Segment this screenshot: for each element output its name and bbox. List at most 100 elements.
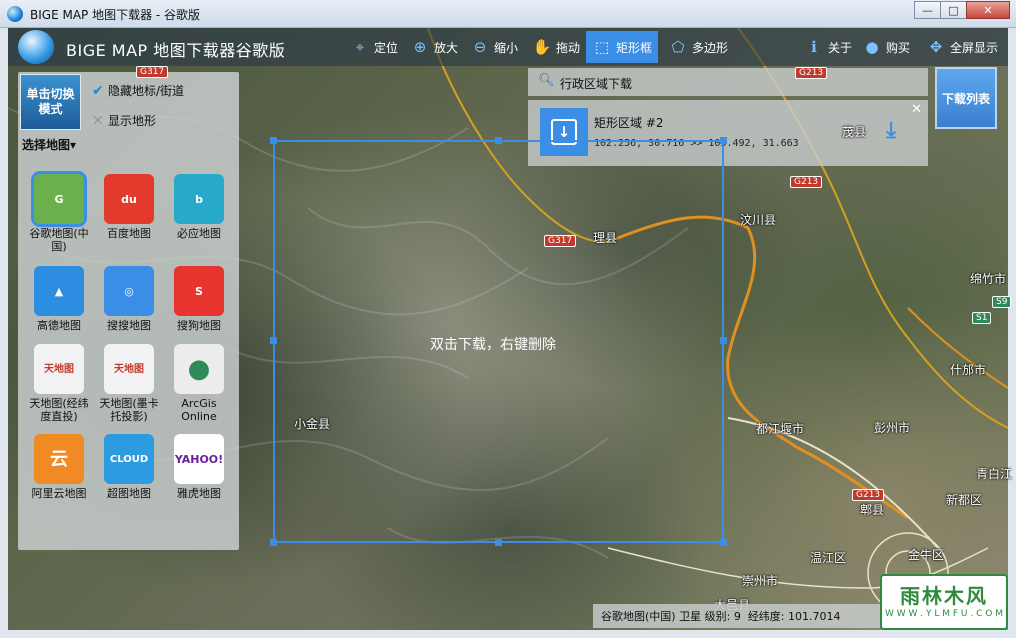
map-source-label: 搜狗地图 bbox=[177, 319, 221, 332]
status-coord-label: 经纬度: bbox=[747, 610, 785, 623]
map-source-soso[interactable]: ◎ 搜搜地图 bbox=[96, 266, 162, 332]
gaode-map-icon: ▲ bbox=[34, 266, 84, 316]
map-source-label: 超图地图 bbox=[107, 487, 151, 500]
bing-map-icon: b bbox=[174, 174, 224, 224]
map-source-label: 阿里云地图 bbox=[31, 487, 87, 500]
resize-handle[interactable] bbox=[720, 337, 727, 344]
show-terrain-checkbox[interactable]: ✕ 显示地形 bbox=[92, 112, 156, 129]
cross-icon: ✕ bbox=[92, 112, 104, 129]
place-label: 绵竹市 bbox=[970, 272, 1007, 286]
resize-handle[interactable] bbox=[495, 539, 502, 546]
fullscreen-icon: ✥ bbox=[929, 38, 943, 56]
close-button[interactable]: ✕ bbox=[966, 1, 1010, 19]
place-label: 小金县 bbox=[294, 417, 331, 431]
map-source-label: 天地图(经纬度直投) bbox=[29, 397, 89, 423]
place-label: 新都区 bbox=[946, 493, 983, 507]
place-label: 青白江 bbox=[976, 467, 1013, 481]
app-name: BIGE MAP 地图下载器谷歌版 bbox=[66, 41, 286, 60]
app-globe-icon bbox=[7, 6, 23, 22]
close-icon[interactable]: ✕ bbox=[911, 102, 922, 117]
map-source-label: 百度地图 bbox=[107, 227, 151, 240]
map-source-tianditu-mercator[interactable]: 天地图 天地图(墨卡托投影) bbox=[96, 344, 162, 423]
map-source-baidu[interactable]: du 百度地图 bbox=[96, 174, 162, 240]
resize-handle[interactable] bbox=[720, 137, 727, 144]
road-badge: G317 bbox=[544, 235, 577, 247]
map-source-google[interactable]: G 谷歌地图(中国) bbox=[26, 171, 92, 253]
pan-button[interactable]: ✋ 拖动 bbox=[532, 35, 580, 59]
road-badge: G213 bbox=[790, 176, 823, 188]
download-list-button[interactable]: 下载列表 bbox=[935, 67, 997, 129]
place-label: 温江区 bbox=[810, 551, 847, 565]
map-source-arcgis[interactable]: ● ArcGis Online bbox=[166, 344, 232, 423]
zoom-out-icon: ⊖ bbox=[473, 38, 487, 56]
map-source-panel: 单击切换模式 选择地图▾ ✔ 隐藏地标/街道 ✕ 显示地形 G 谷歌地图(中国)… bbox=[18, 72, 239, 550]
resize-handle[interactable] bbox=[270, 337, 277, 344]
select-map-label: 选择地图 bbox=[22, 138, 71, 152]
top-toolbar: BIGE MAP 地图下载器谷歌版 ⌖ 定位 ⊕ 放大 ⊖ 缩小 ✋ 拖动 ⬚ … bbox=[8, 28, 1008, 66]
resize-handle[interactable] bbox=[270, 137, 277, 144]
window-controls: — □ ✕ bbox=[914, 1, 1010, 19]
polygon-button[interactable]: ⬠ 多边形 bbox=[668, 35, 728, 59]
road-badge: S1 bbox=[972, 312, 992, 324]
place-label: 郫县 bbox=[860, 503, 885, 517]
hide-labels-checkbox[interactable]: ✔ 隐藏地标/街道 bbox=[92, 82, 184, 99]
window-titlebar: BIGE MAP 地图下载器 - 谷歌版 — □ ✕ bbox=[0, 0, 1016, 28]
buy-label: 购买 bbox=[886, 40, 911, 55]
map-source-label: 谷歌地图(中国) bbox=[29, 227, 89, 253]
zoom-in-button[interactable]: ⊕ 放大 bbox=[410, 35, 458, 59]
place-label: 汶川县 bbox=[740, 213, 777, 227]
zoom-in-label: 放大 bbox=[434, 40, 459, 55]
place-label: 什邡市 bbox=[950, 363, 987, 377]
region-download-label: 行政区域下载 bbox=[560, 77, 633, 91]
tianditu-map-icon: 天地图 bbox=[34, 344, 84, 394]
resize-handle[interactable] bbox=[495, 137, 502, 144]
region-download-bar[interactable]: 🔍︎ 行政区域下载 bbox=[528, 68, 928, 96]
map-source-label: 雅虎地图 bbox=[177, 487, 221, 500]
map-source-bing[interactable]: b 必应地图 bbox=[166, 174, 232, 240]
resize-handle[interactable] bbox=[720, 539, 727, 546]
resize-handle[interactable] bbox=[270, 539, 277, 546]
locate-button[interactable]: ⌖ 定位 bbox=[350, 35, 398, 59]
baidu-map-icon: du bbox=[104, 174, 154, 224]
soso-map-icon: ◎ bbox=[104, 266, 154, 316]
about-button[interactable]: ℹ 关于 bbox=[804, 35, 852, 59]
status-level-label: 级别: bbox=[704, 610, 731, 623]
place-label: 理县 bbox=[593, 231, 618, 245]
buy-button[interactable]: ● 购买 bbox=[862, 35, 910, 59]
pan-label: 拖动 bbox=[556, 40, 581, 55]
map-source-yahoo[interactable]: YAHOO! 雅虎地图 bbox=[166, 434, 232, 500]
map-source-label: 搜搜地图 bbox=[107, 319, 151, 332]
minimize-button[interactable]: — bbox=[914, 1, 941, 19]
selection-hint: 双击下载，右键删除 bbox=[430, 337, 556, 353]
maximize-button[interactable]: □ bbox=[940, 1, 967, 19]
zoom-out-label: 缩小 bbox=[494, 40, 519, 55]
map-source-label: ArcGis Online bbox=[181, 397, 217, 423]
rect-task-name: 矩形区域 #2 bbox=[594, 116, 664, 130]
status-coord-value: 101.7014 bbox=[788, 609, 841, 623]
hide-labels-label: 隐藏地标/街道 bbox=[108, 84, 185, 98]
switch-mode-button[interactable]: 单击切换模式 bbox=[20, 74, 81, 130]
polygon-label: 多边形 bbox=[692, 40, 729, 55]
map-source-sogou[interactable]: S 搜狗地图 bbox=[166, 266, 232, 332]
google-map-icon: G bbox=[31, 171, 87, 227]
map-source-tianditu-latlng[interactable]: 天地图 天地图(经纬度直投) bbox=[26, 344, 92, 423]
zoom-in-icon: ⊕ bbox=[413, 38, 427, 56]
about-label: 关于 bbox=[828, 40, 853, 55]
road-badge: S9 bbox=[992, 296, 1012, 308]
download-arrow-icon[interactable]: ⤓ bbox=[886, 118, 896, 143]
rectangle-button[interactable]: ⬚ 矩形框 bbox=[586, 31, 659, 63]
zoom-out-button[interactable]: ⊖ 缩小 bbox=[470, 35, 518, 59]
select-map-dropdown[interactable]: 选择地图▾ bbox=[22, 136, 76, 153]
watermark-url: W W W . Y L M F U . C O M bbox=[885, 609, 1003, 619]
polygon-icon: ⬠ bbox=[671, 38, 685, 56]
map-source-gaode[interactable]: ▲ 高德地图 bbox=[26, 266, 92, 332]
check-icon: ✔ bbox=[92, 82, 104, 99]
place-label: 崇州市 bbox=[742, 574, 779, 588]
map-source-supermap[interactable]: CLOUD 超图地图 bbox=[96, 434, 162, 500]
search-icon: 🔍︎ bbox=[538, 73, 555, 88]
tianditu-map-icon: 天地图 bbox=[104, 344, 154, 394]
fullscreen-button[interactable]: ✥ 全屏显示 bbox=[926, 35, 998, 59]
locate-label: 定位 bbox=[374, 40, 399, 55]
map-source-aliyun[interactable]: 云 阿里云地图 bbox=[26, 434, 92, 500]
status-map-source: 谷歌地图(中国) 卫星 bbox=[601, 610, 702, 623]
